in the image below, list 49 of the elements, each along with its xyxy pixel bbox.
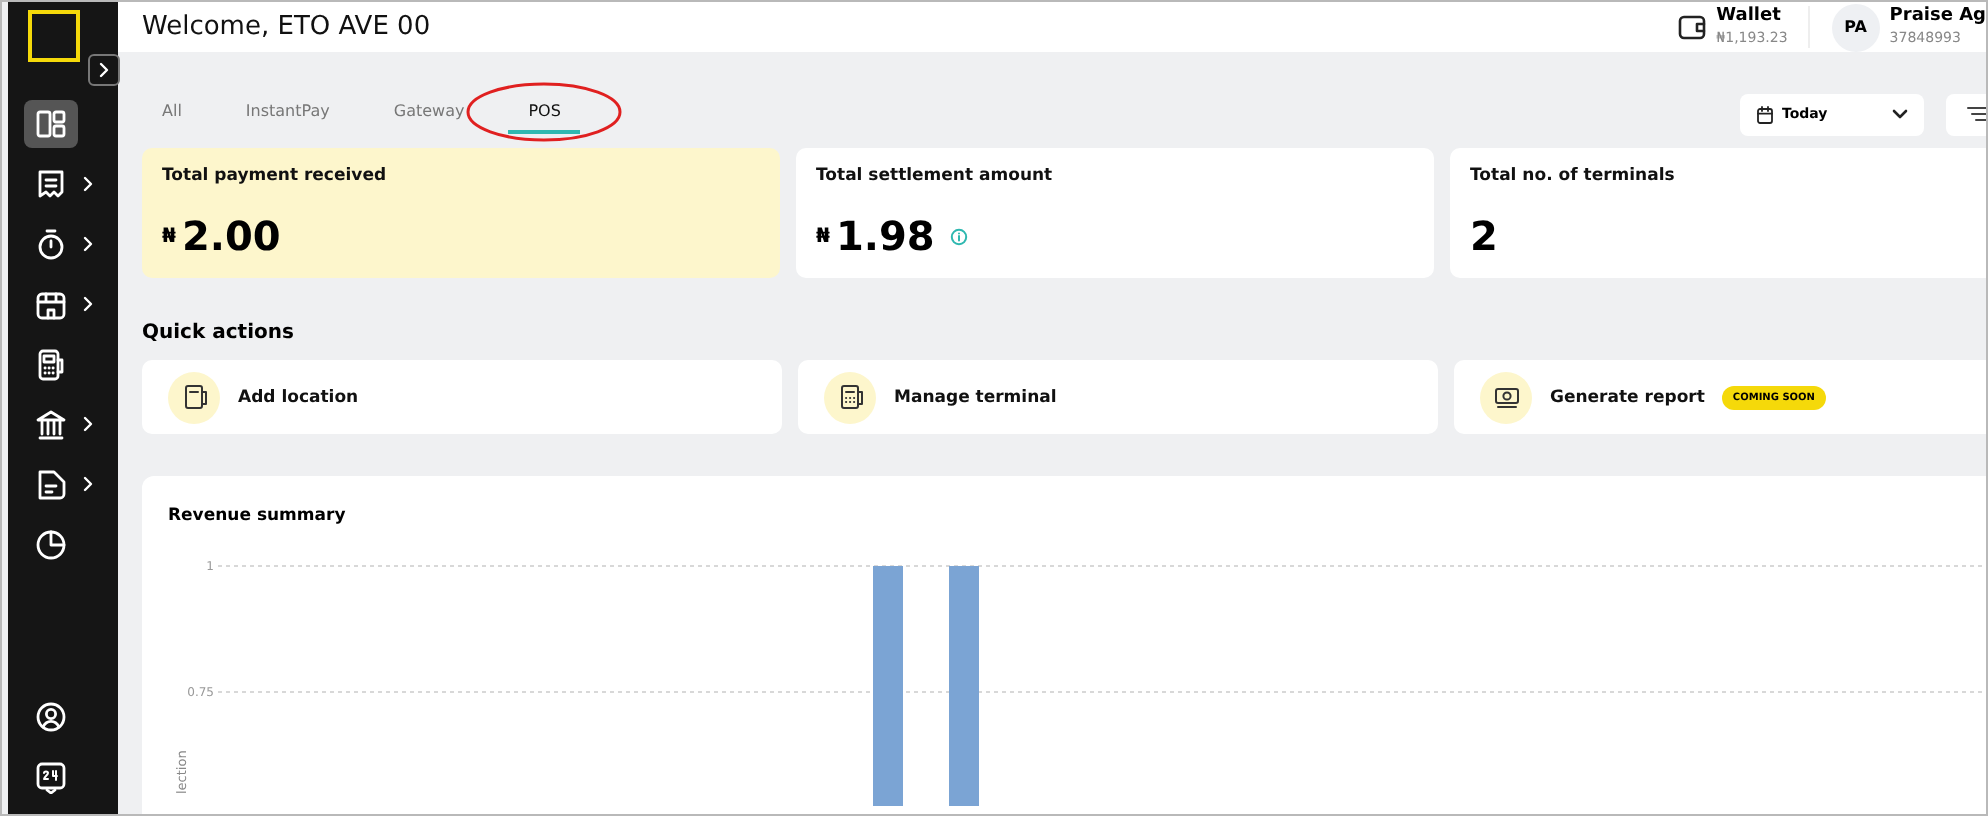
chevron-right-icon[interactable]	[82, 416, 94, 432]
user-avatar[interactable]: PA	[1831, 3, 1880, 51]
store-icon	[34, 287, 68, 321]
receipt-icon	[34, 167, 68, 201]
expand-toggle[interactable]	[88, 54, 120, 86]
user-icon[interactable]	[34, 699, 68, 733]
chart-title: Revenue summary	[166, 504, 348, 526]
calendar-icon	[1756, 105, 1774, 123]
bank-icon	[34, 407, 68, 441]
pos-terminal-icon	[34, 347, 68, 381]
tab[interactable]: Gateway	[373, 94, 485, 134]
tab[interactable]: All	[142, 94, 202, 134]
action-label: Add location	[238, 387, 359, 407]
stat-title: Total no. of terminals	[1470, 166, 1677, 186]
chevron-right-icon[interactable]	[82, 296, 94, 312]
layout-icon	[34, 107, 68, 141]
logo-icon	[28, 10, 80, 62]
nav-item-selected[interactable]	[24, 100, 78, 148]
section-title: Quick actions	[140, 320, 296, 344]
stat-title: Total payment received	[162, 166, 389, 186]
stat-value: 1.98	[835, 212, 935, 260]
chevron-right-icon	[98, 62, 110, 78]
chevron-right-icon[interactable]	[82, 176, 94, 192]
user-name: Praise Ag	[1889, 6, 1986, 28]
wallet-icon[interactable]	[1678, 14, 1707, 40]
stopwatch-icon	[34, 227, 68, 261]
action-label: Manage terminal	[894, 387, 1057, 407]
chevron-right-icon[interactable]	[82, 476, 94, 492]
quick-action-card[interactable]: Add location	[142, 360, 782, 434]
action-label: Generate report	[1550, 387, 1705, 407]
filter-icon	[1966, 106, 1986, 122]
document-icon	[179, 382, 209, 412]
document-icon	[34, 467, 68, 501]
stat-title: Total settlement amount	[816, 166, 1055, 186]
money-icon	[1491, 382, 1521, 412]
tab[interactable]: InstantPay	[225, 94, 350, 134]
stat-value: 2	[1470, 212, 1498, 260]
wallet-label: Wallet	[1716, 6, 1783, 28]
pie-chart-icon	[34, 527, 68, 561]
chevron-right-icon[interactable]	[82, 236, 94, 252]
currency-symbol: ₦	[816, 225, 830, 247]
chevron-down-icon	[1892, 108, 1908, 120]
filter-button[interactable]	[1946, 93, 1986, 135]
welcome-title: Welcome, ETO AVE 00	[142, 12, 431, 42]
clock-24-icon[interactable]	[34, 759, 68, 793]
currency-symbol: ₦	[162, 225, 176, 247]
stat-value: 2.00	[181, 212, 281, 260]
quick-action-card[interactable]: Manage terminal	[798, 360, 1438, 434]
pos-terminal-icon	[835, 382, 865, 412]
